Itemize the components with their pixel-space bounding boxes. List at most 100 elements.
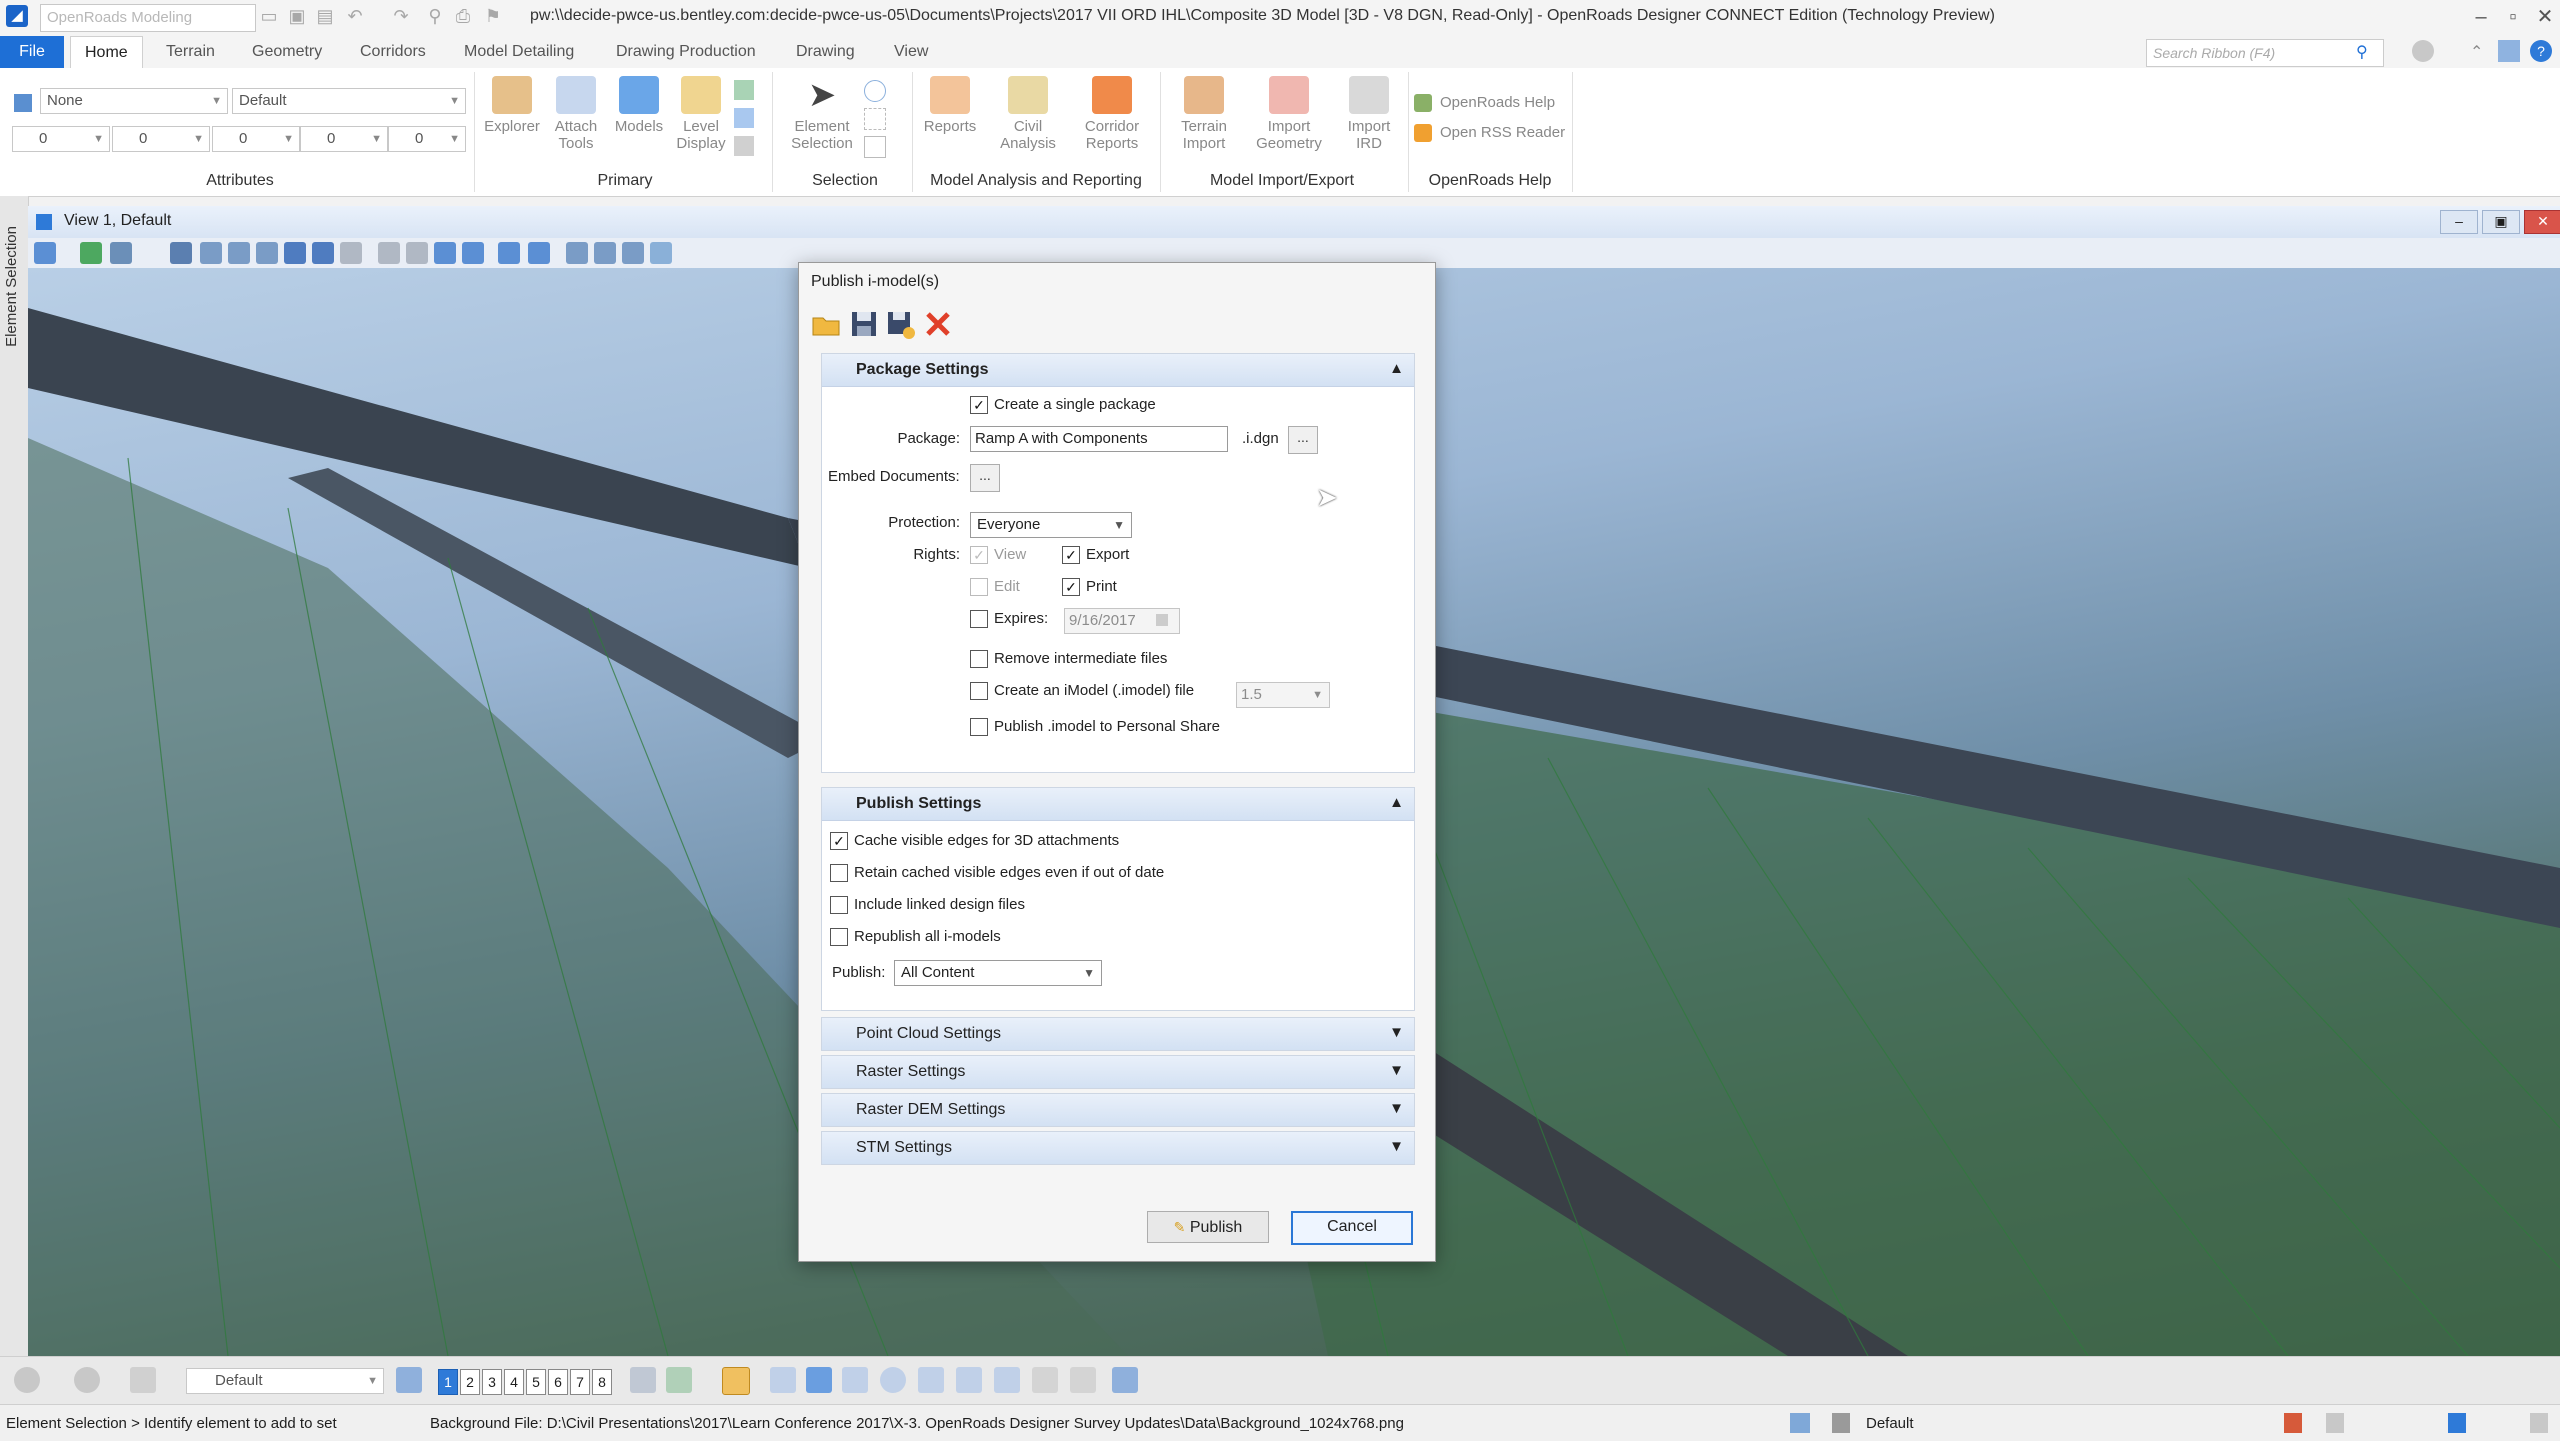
collapse-ribbon-icon[interactable]: ⌃	[2470, 42, 2483, 62]
fence-icon[interactable]	[864, 108, 886, 130]
tab-home[interactable]: Home	[70, 36, 143, 70]
publish-personal-checkbox[interactable]	[970, 718, 988, 736]
view-5-button[interactable]: 5	[526, 1369, 546, 1395]
views-window-icon[interactable]	[396, 1367, 422, 1393]
reports-button[interactable]: Reports	[916, 76, 984, 135]
tab-corridors[interactable]: Corridors	[346, 36, 440, 68]
view-4-button[interactable]: 4	[504, 1369, 524, 1395]
element-selection-panel[interactable]: Element Selection	[0, 196, 29, 1360]
file-tab[interactable]: File	[0, 36, 64, 68]
point-cloud-settings-section[interactable]: Point Cloud Settings ▼	[821, 1017, 1415, 1051]
single-package-checkbox[interactable]: ✓	[970, 396, 988, 414]
view-groups-icon[interactable]	[130, 1367, 156, 1393]
save-as-icon[interactable]	[885, 309, 915, 339]
accudraw-icon[interactable]	[666, 1367, 692, 1393]
alert-icon[interactable]	[2284, 1413, 2302, 1433]
view-close-button[interactable]: ✕	[2524, 210, 2560, 234]
stm-settings-header[interactable]: STM Settings ▼	[822, 1132, 1414, 1164]
retain-edges-checkbox[interactable]	[830, 864, 848, 882]
stm-settings-section[interactable]: STM Settings ▼	[821, 1131, 1415, 1165]
zoom-in-icon[interactable]	[200, 242, 222, 264]
close-window-button[interactable]: ✕	[2530, 3, 2560, 31]
package-browse-button[interactable]: ...	[1288, 426, 1318, 454]
view-extra-icon[interactable]	[566, 242, 588, 264]
view-2-button[interactable]: 2	[460, 1369, 480, 1395]
view-previous-icon[interactable]	[378, 242, 400, 264]
accudraw-status-icon[interactable]	[1790, 1413, 1810, 1433]
import-ird-button[interactable]: Import IRD	[1336, 76, 1402, 152]
snap-mode-icon[interactable]	[722, 1367, 750, 1395]
create-imodel-checkbox[interactable]	[970, 682, 988, 700]
snap-settings-icon[interactable]	[1112, 1367, 1138, 1393]
explorer-button[interactable]: Explorer	[480, 76, 544, 135]
point-cloud-settings-header[interactable]: Point Cloud Settings ▼	[822, 1018, 1414, 1050]
tab-model-detailing[interactable]: Model Detailing	[450, 36, 588, 68]
settings-icon[interactable]	[630, 1367, 656, 1393]
raster-settings-section[interactable]: Raster Settings ▼	[821, 1055, 1415, 1089]
clip-volume-icon[interactable]	[462, 242, 484, 264]
tab-drawing[interactable]: Drawing	[782, 36, 869, 68]
saved-views-icon[interactable]	[650, 242, 672, 264]
view-3-button[interactable]: 3	[482, 1369, 502, 1395]
snap-keypoint-icon[interactable]	[806, 1367, 832, 1393]
open-folder-icon[interactable]	[811, 309, 841, 339]
more-primary-icon[interactable]	[734, 136, 754, 156]
save-settings-icon[interactable]: ▤	[314, 5, 336, 27]
display-rules-icon[interactable]	[622, 242, 644, 264]
cache-edges-checkbox[interactable]: ✓	[830, 832, 848, 850]
attach-tools-button[interactable]: Attach Tools	[546, 76, 606, 152]
priority-combo[interactable]: 0 ▼	[388, 126, 466, 152]
transparency-combo[interactable]: 0 ▼	[300, 126, 388, 152]
forward-icon[interactable]	[74, 1367, 100, 1393]
pin-icon[interactable]: ⚲	[424, 5, 446, 27]
snap-midpoint-icon[interactable]	[842, 1367, 868, 1393]
tab-view[interactable]: View	[880, 36, 942, 68]
workspace-selector[interactable]: OpenRoads Modeling	[40, 4, 256, 32]
cancel-button[interactable]: Cancel	[1291, 1211, 1413, 1245]
remove-intermediate-checkbox[interactable]	[970, 650, 988, 668]
snap-origin-icon[interactable]	[918, 1367, 944, 1393]
level-combo[interactable]: None ▼	[40, 88, 228, 114]
rights-export-checkbox[interactable]: ✓	[1062, 546, 1080, 564]
save-icon[interactable]: ▣	[286, 5, 308, 27]
color-combo[interactable]: 0 ▼	[12, 126, 110, 152]
ribbon-search-input[interactable]: Search Ribbon (F4)	[2146, 39, 2384, 67]
line-weight-combo[interactable]: 0 ▼	[212, 126, 300, 152]
delete-icon[interactable]	[923, 309, 953, 339]
back-icon[interactable]	[14, 1367, 40, 1393]
minimize-button[interactable]: –	[2466, 3, 2496, 31]
view-toggles-icon[interactable]	[528, 242, 550, 264]
line-style-combo[interactable]: 0 ▼	[112, 126, 210, 152]
display-style-icon[interactable]	[80, 242, 102, 264]
publish-button[interactable]: ✎ Publish	[1147, 1211, 1269, 1243]
include-linked-checkbox[interactable]	[830, 896, 848, 914]
style-combo[interactable]: Default ▼	[232, 88, 466, 114]
rotate-view-icon[interactable]	[312, 242, 334, 264]
expires-checkbox[interactable]	[970, 610, 988, 628]
lock-icon[interactable]	[1832, 1413, 1850, 1433]
terrain-import-button[interactable]: Terrain Import	[1164, 76, 1244, 152]
republish-checkbox[interactable]	[830, 928, 848, 946]
snap-tangent-icon[interactable]	[956, 1367, 982, 1393]
protection-dropdown[interactable]: Everyone ▼	[970, 512, 1132, 538]
maximize-button[interactable]: ▫	[2498, 3, 2528, 31]
pan-view-icon[interactable]	[340, 242, 362, 264]
raster-dem-settings-header[interactable]: Raster DEM Settings ▼	[822, 1094, 1414, 1126]
package-settings-header[interactable]: Package Settings ▲	[822, 354, 1414, 387]
user-avatar-icon[interactable]	[2412, 40, 2434, 62]
tab-drawing-production[interactable]: Drawing Production	[602, 36, 770, 68]
snap-parallel-icon[interactable]	[1032, 1367, 1058, 1393]
select-all-icon[interactable]	[864, 80, 886, 102]
raster-dem-settings-section[interactable]: Raster DEM Settings ▼	[821, 1093, 1415, 1127]
open-icon[interactable]: ▭	[258, 5, 280, 27]
print-icon[interactable]: ⎙	[452, 5, 474, 27]
clip-mask-icon[interactable]	[498, 242, 520, 264]
publish-content-dropdown[interactable]: All Content ▼	[894, 960, 1102, 986]
undo-icon[interactable]: ↶	[344, 5, 366, 27]
view-next-icon[interactable]	[406, 242, 428, 264]
redo-icon[interactable]: ↷	[390, 5, 412, 27]
package-name-input[interactable]: Ramp A with Components	[970, 426, 1228, 452]
view-1-button[interactable]: 1	[438, 1369, 458, 1395]
view-8-button[interactable]: 8	[592, 1369, 612, 1395]
customize-icon[interactable]: ⚑	[482, 5, 504, 27]
